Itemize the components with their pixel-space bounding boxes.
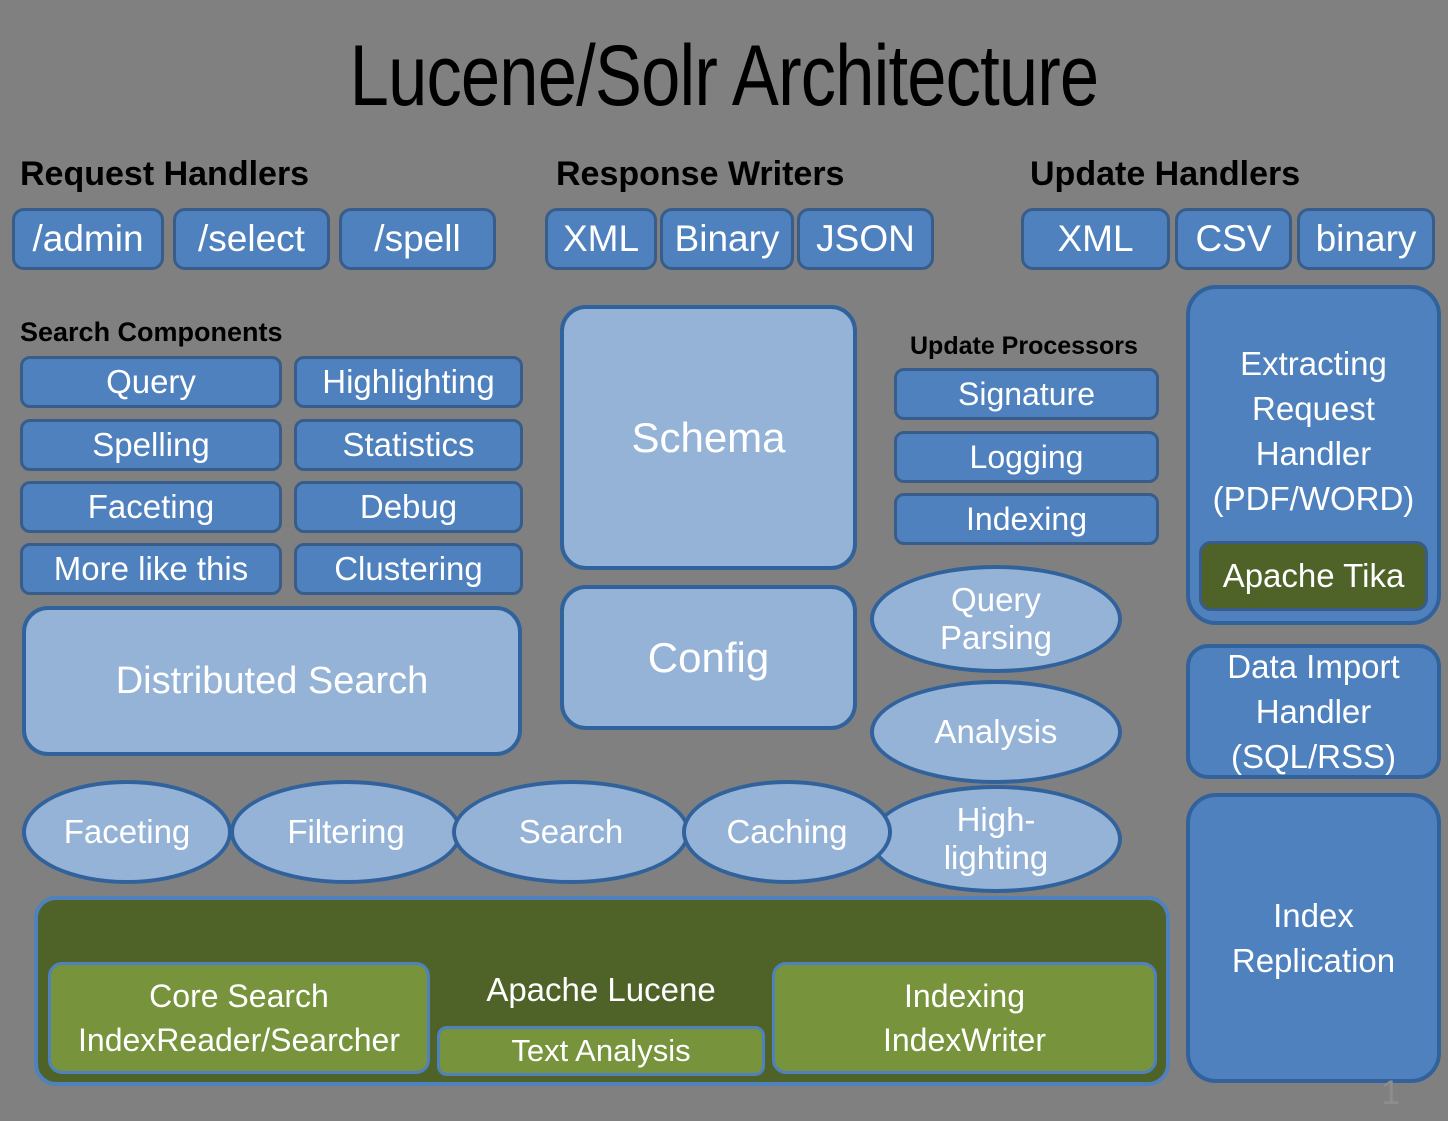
request-handler-spell[interactable]: /spell: [339, 208, 496, 270]
distributed-search-block[interactable]: Distributed Search: [22, 606, 522, 756]
apache-lucene-label: Apache Lucene: [486, 971, 716, 1008]
apache-tika-block[interactable]: Apache Tika: [1199, 541, 1428, 611]
page-number: 1: [1381, 1074, 1400, 1112]
ellipse-faceting[interactable]: Faceting: [22, 780, 232, 884]
search-component-more-like-this[interactable]: More like this: [20, 543, 282, 595]
lucene-text-analysis-block[interactable]: Text Analysis: [437, 1026, 765, 1076]
lucene-core-search-block[interactable]: Core Search IndexReader/Searcher: [48, 962, 430, 1074]
request-handler-admin[interactable]: /admin: [12, 208, 164, 270]
update-handlers-caption: Update Handlers: [1030, 155, 1301, 193]
search-components-caption: Search Components: [20, 317, 283, 347]
ellipse-analysis[interactable]: Analysis: [870, 680, 1122, 784]
search-component-debug[interactable]: Debug: [294, 481, 523, 533]
ellipse-search[interactable]: Search: [452, 780, 690, 884]
search-component-query[interactable]: Query: [20, 356, 282, 408]
search-component-highlighting[interactable]: Highlighting: [294, 356, 523, 408]
search-component-faceting[interactable]: Faceting: [20, 481, 282, 533]
lucene-indexing-block[interactable]: Indexing IndexWriter: [772, 962, 1157, 1074]
update-handler-binary[interactable]: binary: [1297, 208, 1435, 270]
index-replication-block[interactable]: Index Replication: [1186, 793, 1441, 1083]
ellipse-caching[interactable]: Caching: [682, 780, 892, 884]
update-handler-xml[interactable]: XML: [1021, 208, 1170, 270]
data-import-handler-block[interactable]: Data Import Handler (SQL/RSS): [1186, 644, 1441, 779]
search-component-clustering[interactable]: Clustering: [294, 543, 523, 595]
response-writer-xml[interactable]: XML: [545, 208, 657, 270]
page-title: Lucene/Solr Architecture: [349, 28, 1099, 124]
ellipse-highlighting[interactable]: High- lighting: [870, 785, 1122, 893]
response-writer-binary[interactable]: Binary: [660, 208, 794, 270]
update-processor-signature[interactable]: Signature: [894, 368, 1159, 420]
update-handler-csv[interactable]: CSV: [1175, 208, 1292, 270]
response-writer-json[interactable]: JSON: [797, 208, 934, 270]
config-block[interactable]: Config: [560, 585, 857, 730]
ellipse-filtering[interactable]: Filtering: [230, 780, 462, 884]
ellipse-query-parsing[interactable]: Query Parsing: [870, 565, 1122, 673]
update-processor-logging[interactable]: Logging: [894, 431, 1159, 483]
response-writers-caption: Response Writers: [556, 155, 845, 193]
update-processor-indexing[interactable]: Indexing: [894, 493, 1159, 545]
request-handlers-caption: Request Handlers: [20, 155, 310, 193]
schema-block[interactable]: Schema: [560, 305, 857, 570]
search-component-statistics[interactable]: Statistics: [294, 419, 523, 471]
search-component-spelling[interactable]: Spelling: [20, 419, 282, 471]
request-handler-select[interactable]: /select: [173, 208, 330, 270]
update-processors-caption: Update Processors: [910, 332, 1138, 360]
